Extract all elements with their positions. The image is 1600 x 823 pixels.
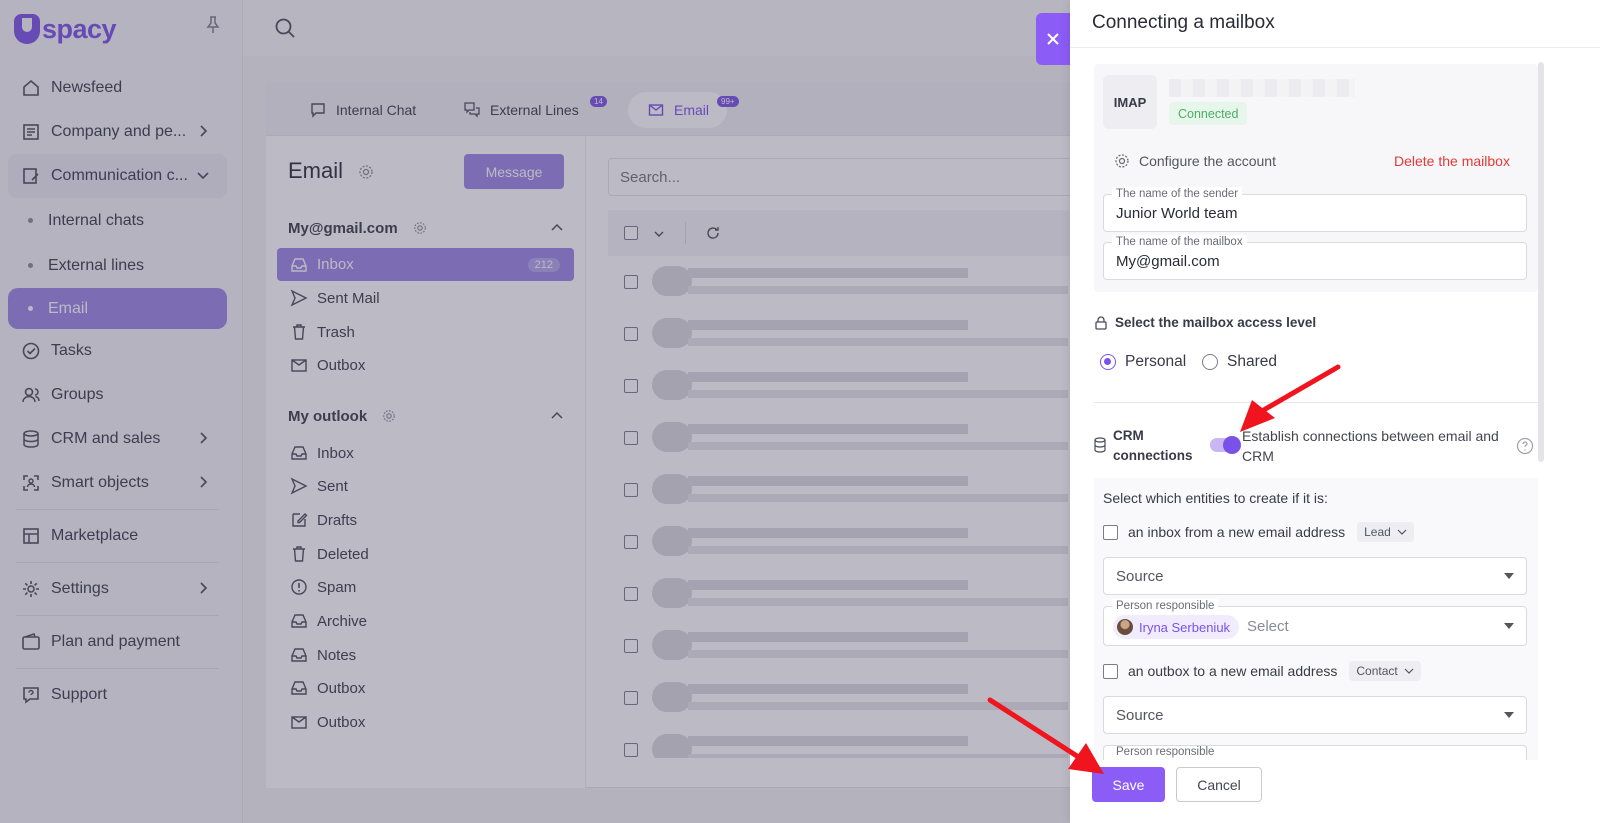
field-value: My@gmail.com — [1116, 253, 1220, 270]
close-drawer-button[interactable] — [1036, 13, 1070, 65]
caret-down-icon — [1504, 623, 1514, 629]
radio-shared[interactable]: Shared — [1202, 353, 1277, 371]
radio-label: Shared — [1227, 353, 1277, 370]
configure-account-link[interactable]: Configure the account — [1114, 153, 1276, 169]
help-icon[interactable] — [1516, 437, 1534, 455]
inbox-rule-label: an inbox from a new email address — [1128, 524, 1346, 540]
gear-icon — [1115, 154, 1129, 168]
status-badge: Connected — [1169, 102, 1248, 125]
select-placeholder: Source — [1116, 568, 1164, 585]
crm-toggle[interactable] — [1210, 436, 1241, 454]
modal-backdrop[interactable] — [0, 0, 1070, 823]
chevron-down-icon — [1404, 668, 1414, 674]
outbox-rule-checkbox[interactable] — [1103, 663, 1118, 679]
inbox-rule-row[interactable]: an inbox from a new email address Lead — [1103, 522, 1414, 542]
inbox-rule-checkbox[interactable] — [1103, 524, 1118, 540]
configure-label: Configure the account — [1139, 153, 1276, 169]
database-icon — [1094, 437, 1106, 453]
select-placeholder: Select — [1247, 618, 1289, 635]
lock-icon — [1095, 315, 1107, 330]
entities-heading: Select which entities to create if it is… — [1103, 490, 1328, 506]
radio-label: Personal — [1125, 353, 1187, 370]
save-button[interactable]: Save — [1092, 767, 1165, 802]
avatar — [1117, 619, 1133, 635]
delete-mailbox-link[interactable]: Delete the mailbox — [1394, 153, 1510, 169]
chevron-down-icon — [1397, 529, 1407, 535]
field-value: Junior World team — [1116, 205, 1238, 222]
select-placeholder: Source — [1116, 707, 1164, 724]
toggle-knob — [1223, 436, 1241, 454]
entity-dropdown[interactable]: Contact — [1349, 661, 1421, 681]
section-divider — [1094, 402, 1538, 403]
radio-circle — [1202, 354, 1218, 370]
field-label: The name of the mailbox — [1112, 235, 1247, 249]
caret-down-icon — [1504, 573, 1514, 579]
access-level-heading: Select the mailbox access level — [1094, 315, 1316, 330]
field-label: Person responsible — [1112, 746, 1219, 759]
field-label: Person responsible — [1112, 599, 1219, 613]
user-name: Iryna Serbeniuk — [1139, 619, 1231, 635]
field-label: The name of the sender — [1112, 187, 1243, 201]
source-select[interactable]: Source — [1103, 557, 1527, 595]
radio-circle — [1100, 354, 1116, 370]
drawer-scrollbar[interactable] — [1538, 62, 1544, 462]
user-chip[interactable]: Iryna Serbeniuk — [1113, 615, 1240, 639]
outbox-rule-row[interactable]: an outbox to a new email address Contact — [1103, 661, 1421, 681]
mailbox-name-field[interactable]: The name of the mailbox My@gmail.com — [1103, 235, 1527, 280]
redacted-email — [1169, 79, 1355, 97]
drawer-title: Connecting a mailbox — [1092, 12, 1275, 33]
crm-description: Establish connections between email and … — [1242, 428, 1499, 464]
entity-value: Lead — [1364, 525, 1391, 539]
outbox-rule-label: an outbox to a new email address — [1128, 663, 1338, 679]
drawer-header: Connecting a mailbox — [1070, 0, 1600, 48]
entity-dropdown[interactable]: Lead — [1357, 522, 1414, 542]
person-responsible-field[interactable]: Person responsible Iryna Serbeniuk Selec… — [1103, 599, 1527, 646]
protocol-badge: IMAP — [1103, 75, 1157, 129]
sender-name-field[interactable]: The name of the sender Junior World team — [1103, 187, 1527, 232]
cancel-button[interactable]: Cancel — [1176, 767, 1262, 802]
radio-personal[interactable]: Personal — [1100, 353, 1186, 371]
caret-down-icon — [1504, 712, 1514, 718]
close-icon — [1047, 33, 1059, 45]
entity-value: Contact — [1356, 664, 1398, 678]
crm-connections-label: CRM connections — [1113, 428, 1193, 463]
source-select[interactable]: Source — [1103, 696, 1527, 734]
access-level-label: Select the mailbox access level — [1115, 315, 1317, 330]
